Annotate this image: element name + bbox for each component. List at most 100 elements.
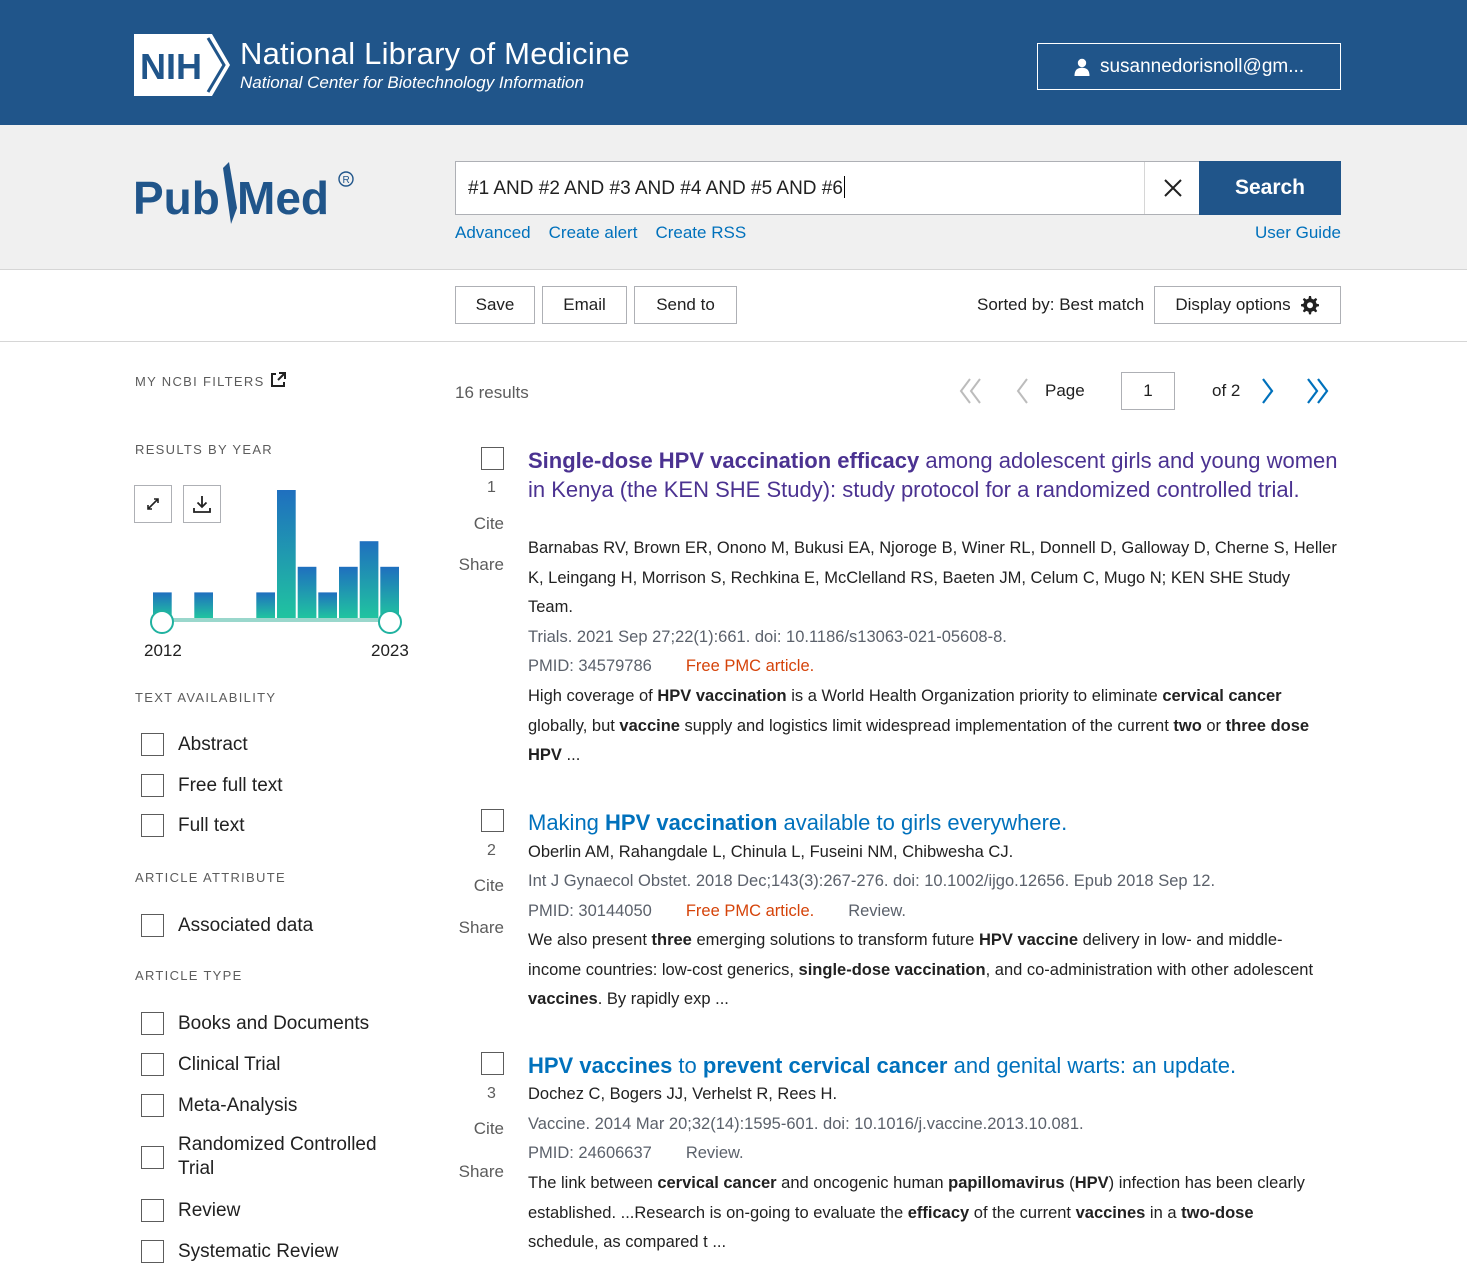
result-checkbox[interactable] xyxy=(481,1052,504,1075)
year-bar-2019[interactable] xyxy=(297,566,317,618)
year-bar-2018[interactable] xyxy=(277,490,296,618)
cite-button[interactable]: Cite xyxy=(456,876,504,896)
search-input[interactable]: #1 AND #2 AND #3 AND #4 AND #5 AND #6 xyxy=(468,176,846,200)
year-bar-2017[interactable] xyxy=(256,592,275,618)
result-number: 3 xyxy=(487,1085,496,1102)
filter-randomized-controlled-trial[interactable]: Randomized Controlled Trial xyxy=(141,1133,398,1181)
result-authors: Oberlin AM, Rahangdale L, Chinula L, Fus… xyxy=(528,843,1014,861)
result-snippet: We also present three emerging solutions… xyxy=(528,931,1314,1008)
svg-text:NIH: NIH xyxy=(140,46,202,87)
publication-type: Review. xyxy=(848,902,906,920)
share-button[interactable]: Share xyxy=(456,1162,504,1182)
filter-free-full-text[interactable]: Free full text xyxy=(141,774,283,798)
cite-button[interactable]: Cite xyxy=(456,514,504,534)
checkbox[interactable] xyxy=(141,1240,164,1263)
result-pmid: PMID: 24606637 xyxy=(528,1144,652,1162)
result-checkbox[interactable] xyxy=(481,809,504,832)
user-guide-link[interactable]: User Guide xyxy=(1255,223,1341,243)
display-options-button[interactable]: Display options xyxy=(1154,286,1341,324)
range-start-handle[interactable] xyxy=(150,610,174,634)
year-bar-2021[interactable] xyxy=(339,566,358,618)
range-end-handle[interactable] xyxy=(378,610,402,634)
chevron-right-icon xyxy=(1262,378,1274,404)
filter-abstract[interactable]: Abstract xyxy=(141,733,248,757)
results-by-year-chart[interactable] xyxy=(140,482,420,642)
result-snippet: High coverage of HPV vaccination is a Wo… xyxy=(528,687,1310,764)
svg-text:Med: Med xyxy=(237,172,329,224)
display-options-label: Display options xyxy=(1175,295,1291,314)
result-checkbox[interactable] xyxy=(481,447,504,470)
result-title[interactable]: Making HPV vaccination available to girl… xyxy=(528,808,1338,837)
year-end-label: 2023 xyxy=(371,641,409,660)
year-bar-2022[interactable] xyxy=(359,541,379,618)
cite-button[interactable]: Cite xyxy=(456,1119,504,1139)
filter-full-text[interactable]: Full text xyxy=(141,814,245,838)
year-bar-2014[interactable] xyxy=(194,592,213,618)
share-button[interactable]: Share xyxy=(456,555,504,575)
nih-title[interactable]: National Library of Medicine xyxy=(240,36,630,72)
result-citation: Vaccine. 2014 Mar 20;32(14):1595-601. do… xyxy=(528,1115,1084,1133)
my-ncbi-filters-heading[interactable]: MY NCBI FILTERS xyxy=(135,374,265,389)
search-links: Advanced Create alert Create RSS xyxy=(455,223,746,243)
result-meta: PMID: 34579786 Free PMC article. xyxy=(528,657,814,676)
close-icon xyxy=(1163,179,1182,197)
result-number: 1 xyxy=(487,479,496,496)
result-pmid: PMID: 30144050 xyxy=(528,902,652,920)
checkbox[interactable] xyxy=(141,1199,164,1222)
filter-clinical-trial[interactable]: Clinical Trial xyxy=(141,1053,280,1077)
page-label: Page xyxy=(1045,381,1085,400)
user-icon xyxy=(1074,58,1090,76)
checkbox[interactable] xyxy=(141,1053,164,1076)
clear-search-button[interactable] xyxy=(1144,162,1200,214)
advanced-link[interactable]: Advanced xyxy=(455,223,531,243)
results-count: 16 results xyxy=(455,383,529,402)
checkbox[interactable] xyxy=(141,1012,164,1035)
create-rss-link[interactable]: Create RSS xyxy=(655,223,746,243)
filter-review[interactable]: Review xyxy=(141,1199,240,1223)
checkbox[interactable] xyxy=(141,814,164,837)
article-attribute-heading: ARTICLE ATTRIBUTE xyxy=(135,870,286,885)
filter-meta-analysis[interactable]: Meta-Analysis xyxy=(141,1094,297,1118)
filter-systematic-review[interactable]: Systematic Review xyxy=(141,1240,339,1264)
search-box[interactable]: #1 AND #2 AND #3 AND #4 AND #5 AND #6 xyxy=(455,161,1200,215)
svg-text:Pub: Pub xyxy=(133,172,220,224)
results-by-year-heading: RESULTS BY YEAR xyxy=(135,442,273,457)
result-citation: Trials. 2021 Sep 27;22(1):661. doi: 10.1… xyxy=(528,628,1007,646)
result-title[interactable]: HPV vaccines to prevent cervical cancer … xyxy=(528,1051,1338,1080)
nih-subtitle: National Center for Biotechnology Inform… xyxy=(240,73,584,92)
first-page-button[interactable] xyxy=(956,374,986,408)
nih-logo[interactable]: NIH xyxy=(134,34,230,96)
result-meta: PMID: 30144050 Free PMC article. Review. xyxy=(528,902,906,921)
checkbox[interactable] xyxy=(141,774,164,797)
last-page-button[interactable] xyxy=(1302,374,1332,408)
checkbox[interactable] xyxy=(141,733,164,756)
page-number-input[interactable]: 1 xyxy=(1121,372,1175,410)
nih-header: NIH National Library of Medicine Nationa… xyxy=(0,0,1467,125)
previous-page-button[interactable] xyxy=(1007,374,1037,408)
gear-icon xyxy=(1300,296,1319,315)
checkbox[interactable] xyxy=(141,1145,164,1169)
filter-associated-data[interactable]: Associated data xyxy=(141,914,313,938)
next-page-button[interactable] xyxy=(1253,374,1283,408)
chevron-left-icon xyxy=(1016,378,1028,404)
result-snippet: The link between cervical cancer and onc… xyxy=(528,1174,1305,1251)
save-button[interactable]: Save xyxy=(455,286,535,324)
account-button[interactable]: susannedorisnoll@gm... xyxy=(1037,43,1341,90)
filter-books-and-documents[interactable]: Books and Documents xyxy=(141,1012,369,1036)
external-link-icon[interactable] xyxy=(270,372,286,388)
checkbox[interactable] xyxy=(141,1094,164,1117)
search-button[interactable]: Search xyxy=(1199,161,1341,215)
svg-text:R: R xyxy=(343,175,350,186)
year-bar-2020[interactable] xyxy=(318,592,337,618)
result-title[interactable]: Single-dose HPV vaccination efficacy amo… xyxy=(528,446,1338,504)
share-button[interactable]: Share xyxy=(456,918,504,938)
checkbox[interactable] xyxy=(141,914,164,937)
double-chevron-right-icon xyxy=(1307,378,1329,404)
sort-label[interactable]: Sorted by: Best match xyxy=(977,295,1144,315)
email-button[interactable]: Email xyxy=(542,286,627,324)
double-chevron-left-icon xyxy=(959,378,981,404)
send-to-button[interactable]: Send to xyxy=(634,286,737,324)
pubmed-logo[interactable]: Pub Med R xyxy=(133,158,363,233)
create-alert-link[interactable]: Create alert xyxy=(549,223,638,243)
result-authors: Barnabas RV, Brown ER, Onono M, Bukusi E… xyxy=(528,539,1337,616)
